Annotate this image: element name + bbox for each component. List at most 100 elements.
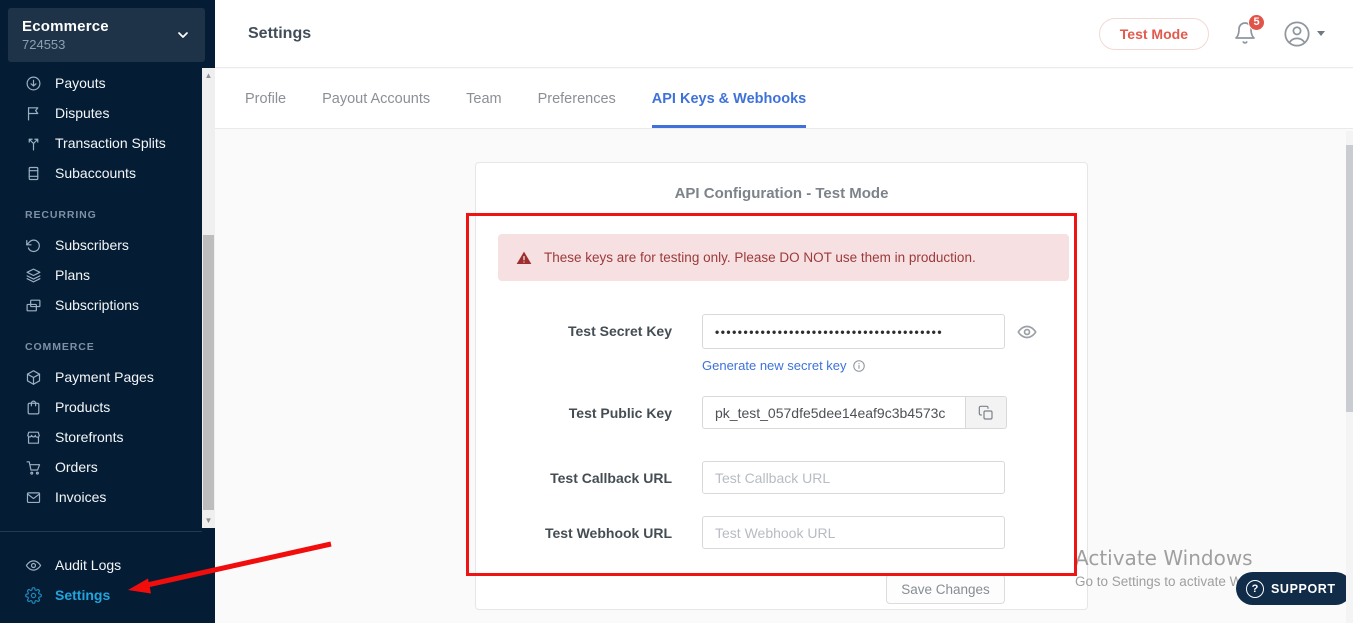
sidebar: Ecommerce 724553 Payouts Disputes [0,0,215,623]
tab-team[interactable]: Team [466,69,501,128]
webhook-url-label: Test Webhook URL [476,525,672,541]
secret-key-input[interactable] [702,314,1005,349]
copy-public-key-button[interactable] [965,396,1007,429]
sidebar-item-audit-logs[interactable]: Audit Logs [0,550,202,580]
sidebar-item-label: Storefronts [55,429,123,445]
sidebar-item-products[interactable]: Products [0,392,202,422]
header-actions: Test Mode 5 [1099,18,1325,50]
sidebar-item-invoices[interactable]: Invoices [0,482,202,512]
avatar-icon [1283,20,1311,48]
sidebar-item-plans[interactable]: Plans [0,260,202,290]
sidebar-item-payouts[interactable]: Payouts [0,68,202,98]
page-scrollbar-thumb[interactable] [1346,145,1353,412]
app-window: Ecommerce 724553 Payouts Disputes [0,0,1353,623]
api-configuration-card: API Configuration - Test Mode These keys… [475,162,1088,610]
webhook-url-input[interactable] [702,516,1005,549]
sidebar-item-label: Subscribers [55,237,129,253]
envelope-icon [25,489,42,506]
public-key-label: Test Public Key [476,405,672,421]
eye-icon [25,557,42,574]
business-selector[interactable]: Ecommerce 724553 [8,8,205,62]
warning-alert: These keys are for testing only. Please … [498,234,1069,281]
tab-payout-accounts[interactable]: Payout Accounts [322,69,430,128]
notification-badge: 5 [1248,14,1265,31]
sidebar-item-label: Products [55,399,110,415]
sidebar-item-settings[interactable]: Settings [0,580,202,610]
account-menu[interactable] [1283,20,1325,48]
watermark-line1: Activate Windows [1075,546,1284,570]
business-name: Ecommerce [22,18,175,35]
sidebar-item-payment-pages[interactable]: Payment Pages [0,362,202,392]
save-changes-button[interactable]: Save Changes [886,574,1005,604]
secret-key-label: Test Secret Key [476,323,672,339]
callback-url-input[interactable] [702,461,1005,494]
scrollbar-up-arrow[interactable]: ▲ [202,68,215,83]
caret-down-icon [1317,31,1325,36]
notifications-button[interactable]: 5 [1233,21,1259,47]
settings-tabs: Profile Payout Accounts Team Preferences… [215,69,1353,129]
section-header-commerce: COMMERCE [0,332,202,362]
sidebar-item-transaction-splits[interactable]: Transaction Splits [0,128,202,158]
tab-api-keys-webhooks[interactable]: API Keys & Webhooks [652,69,806,128]
public-key-group [702,396,1007,429]
scrollbar-thumb[interactable] [203,235,214,510]
sidebar-item-storefronts[interactable]: Storefronts [0,422,202,452]
test-mode-button[interactable]: Test Mode [1099,18,1209,50]
sidebar-scrollbar[interactable]: ▲ ▼ [202,68,215,528]
support-label: SUPPORT [1271,582,1336,596]
sidebar-item-label: Transaction Splits [55,135,166,151]
sidebar-divider [0,531,202,532]
info-icon [852,359,866,373]
sidebar-item-label: Subscriptions [55,297,139,313]
public-key-input[interactable] [702,396,965,429]
warning-triangle-icon [516,250,532,266]
reveal-secret-button[interactable] [1016,321,1038,343]
generate-secret-key-link[interactable]: Generate new secret key [702,358,866,373]
storefront-icon [25,429,42,446]
sidebar-item-label: Plans [55,267,90,283]
sidebar-item-orders[interactable]: Orders [0,452,202,482]
sidebar-item-label: Payment Pages [55,369,154,385]
copy-icon [978,405,994,421]
sidebar-item-label: Audit Logs [55,557,121,573]
sidebar-item-disputes[interactable]: Disputes [0,98,202,128]
sidebar-item-label: Invoices [55,489,106,505]
question-mark-icon: ? [1246,580,1264,598]
sidebar-item-label: Payouts [55,75,106,91]
sidebar-item-label: Orders [55,459,98,475]
section-header-recurring: RECURRING [0,200,202,230]
business-id: 724553 [22,37,175,52]
package-icon [25,369,42,386]
sidebar-item-label: Disputes [55,105,109,121]
flag-icon [25,105,42,122]
scrollbar-down-arrow[interactable]: ▼ [202,513,215,528]
sidebar-item-label: Subaccounts [55,165,136,181]
shopping-bag-icon [25,399,42,416]
tab-preferences[interactable]: Preferences [538,69,616,128]
card-title: API Configuration - Test Mode [476,185,1087,202]
layers-icon [25,267,42,284]
shopping-cart-icon [25,459,42,476]
tab-profile[interactable]: Profile [245,69,286,128]
gear-icon [25,587,42,604]
callback-url-label: Test Callback URL [476,470,672,486]
page-title: Settings [248,25,311,43]
generate-secret-key-text: Generate new secret key [702,358,847,373]
support-button[interactable]: ? SUPPORT [1236,572,1352,605]
ledger-icon [25,165,42,182]
top-header: Settings Test Mode 5 [215,0,1353,68]
eye-icon [1016,321,1038,343]
sidebar-item-subscriptions[interactable]: Subscriptions [0,290,202,320]
sidebar-bottom-nav: Audit Logs Settings [0,550,202,610]
sidebar-nav: Payouts Disputes Transaction Splits Suba… [0,68,202,512]
warning-text: These keys are for testing only. Please … [544,250,976,265]
chevron-down-icon [175,27,191,43]
split-icon [25,135,42,152]
business-info: Ecommerce 724553 [22,18,175,52]
sidebar-item-subaccounts[interactable]: Subaccounts [0,158,202,188]
arrow-down-circle-icon [25,75,42,92]
stacked-cards-icon [25,297,42,314]
sidebar-item-subscribers[interactable]: Subscribers [0,230,202,260]
rotate-ccw-icon [25,237,42,254]
sidebar-item-label: Settings [55,587,110,603]
